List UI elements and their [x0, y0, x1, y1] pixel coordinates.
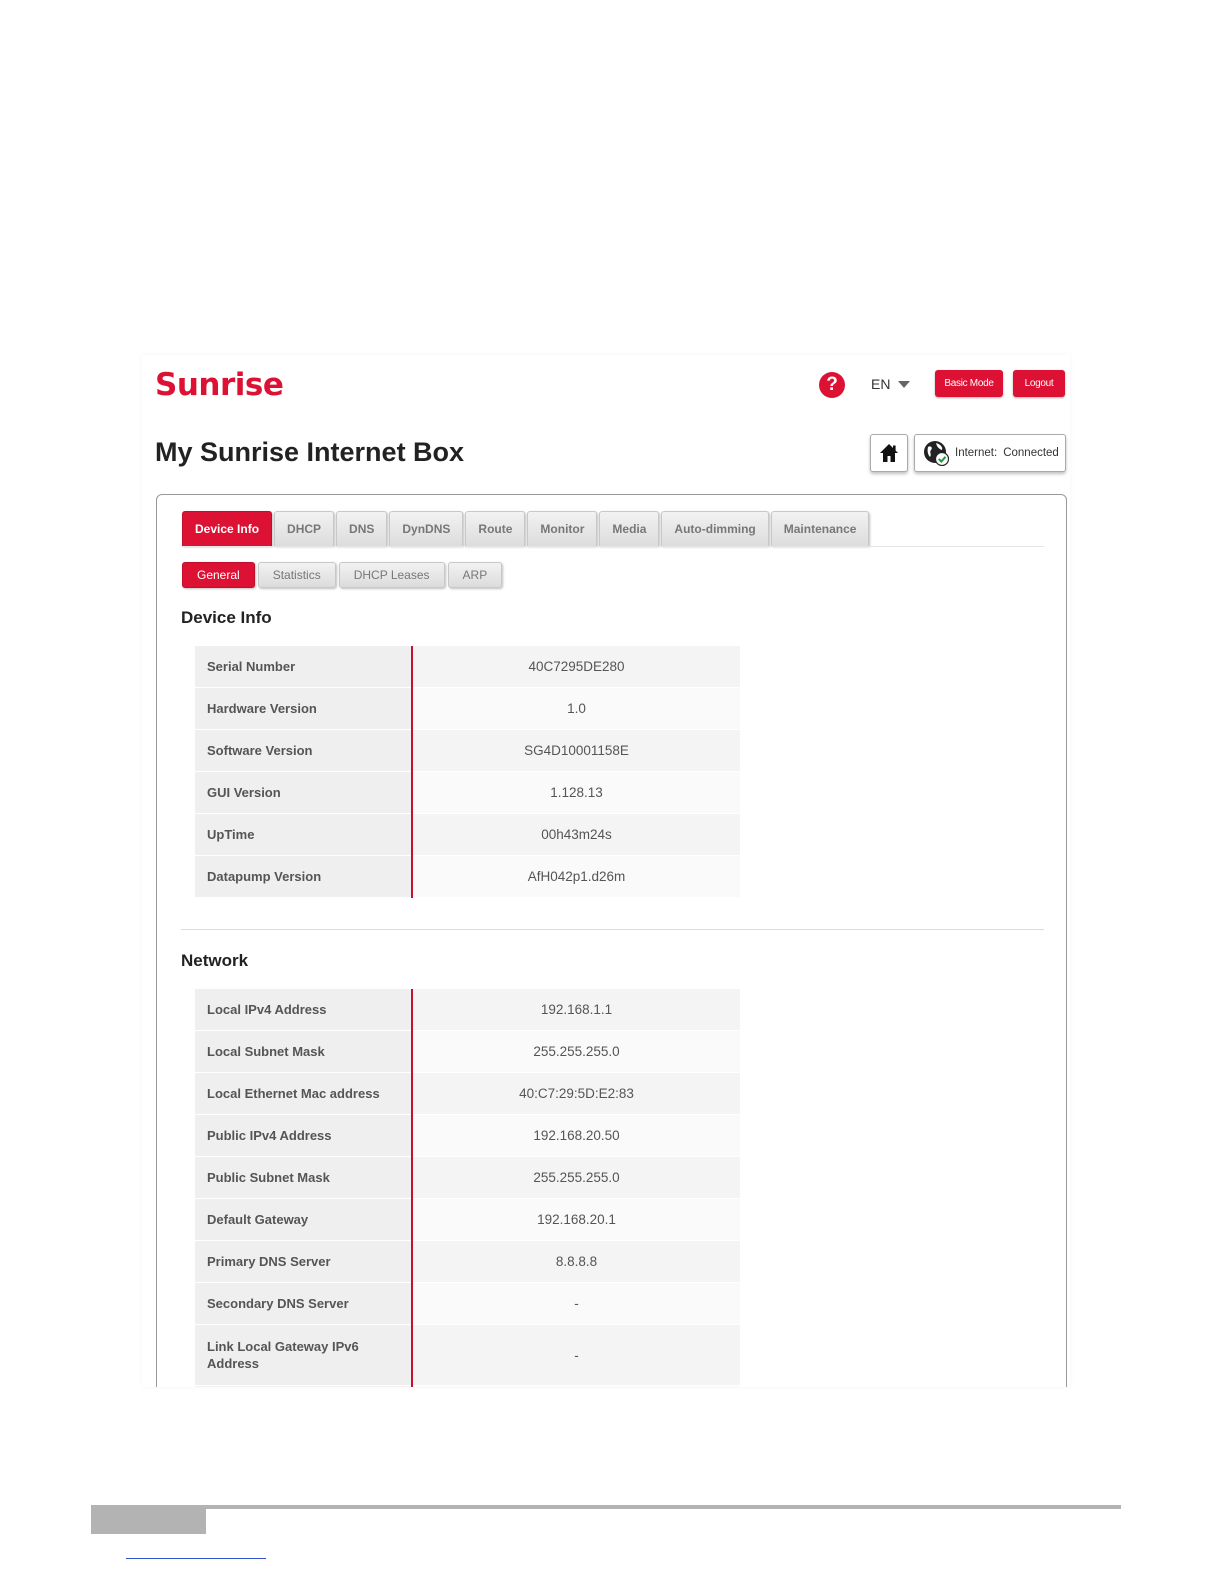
row-label: Secondary DNS Server	[195, 1282, 413, 1325]
row-value: 255.255.255.0	[412, 1156, 740, 1199]
table-row: Local Subnet Mask 255.255.255.0	[195, 1030, 740, 1073]
tab-auto-dimming[interactable]: Auto-dimming	[661, 511, 769, 546]
basic-mode-button[interactable]: Basic Mode	[935, 370, 1003, 397]
main-tabs: Device Info DHCP DNS DynDNS Route Monito…	[182, 511, 870, 546]
row-label: Public Subnet Mask	[195, 1156, 413, 1199]
sub-tabs: General Statistics DHCP Leases ARP	[182, 562, 503, 588]
sunrise-logo: Sunrise	[155, 367, 284, 403]
home-icon	[880, 444, 898, 462]
table-row: Datapump Version AfH042p1.d26m	[195, 855, 740, 898]
device-info-table: Serial Number 40C7295DE280 Hardware Versi…	[195, 646, 740, 898]
row-value: SG4D10001158E	[412, 729, 740, 772]
subtab-dhcp-leases[interactable]: DHCP Leases	[338, 562, 445, 588]
tab-device-info[interactable]: Device Info	[182, 511, 273, 546]
footer-link-underline	[126, 1558, 266, 1559]
row-value: 1.0	[412, 687, 740, 730]
row-value: 8.8.8.8	[412, 1240, 740, 1283]
row-label: Public IPv4 Address	[195, 1114, 413, 1157]
row-value: 40C7295DE280	[412, 646, 740, 688]
table-row: Software Version SG4D10001158E	[195, 729, 740, 772]
tab-dns[interactable]: DNS	[336, 511, 388, 546]
tab-route[interactable]: Route	[465, 511, 526, 546]
row-value: 40:C7:29:5D:E2:83	[412, 1072, 740, 1115]
logout-button[interactable]: Logout	[1013, 370, 1065, 397]
row-value: -	[412, 1282, 740, 1325]
caret-down-icon	[898, 380, 911, 388]
tab-maintenance[interactable]: Maintenance	[770, 511, 870, 546]
internet-status-value: Connected	[1003, 447, 1059, 459]
language-value: EN	[871, 376, 891, 392]
table-row: Hardware Version 1.0	[195, 687, 740, 730]
row-label: Local Ethernet Mac address	[195, 1072, 413, 1115]
page-title: My Sunrise Internet Box	[155, 437, 465, 467]
row-value: 1.128.13	[412, 771, 740, 814]
row-label: Local IPv4 Address	[195, 989, 413, 1031]
row-value: 192.168.20.1	[412, 1198, 740, 1241]
row-label: Primary DNS Server	[195, 1240, 413, 1283]
table-row: Default Gateway 192.168.20.1	[195, 1198, 740, 1241]
table-row: Public IPv4 Address 192.168.20.50	[195, 1114, 740, 1157]
table-row: Local Ethernet Mac address 40:C7:29:5D:E2…	[195, 1072, 740, 1115]
network-title: Network	[181, 951, 249, 970]
row-label: Datapump Version	[195, 855, 413, 898]
language-selector[interactable]: EN	[871, 376, 911, 392]
footer-page-block	[91, 1505, 206, 1534]
table-row: Secondary DNS Server -	[195, 1282, 740, 1325]
row-label: Software Version	[195, 729, 413, 772]
home-button[interactable]	[870, 434, 908, 472]
table-row: Primary DNS Server 8.8.8.8	[195, 1240, 740, 1283]
internet-status-button[interactable]: Internet: Connected	[914, 434, 1066, 472]
help-icon[interactable]: ?	[819, 372, 845, 398]
content-panel: Device Info DHCP DNS DynDNS Route Monito…	[156, 494, 1067, 1387]
tab-monitor[interactable]: Monitor	[527, 511, 598, 546]
row-value: 00h43m24s	[412, 813, 740, 856]
subtab-arp[interactable]: ARP	[447, 562, 503, 588]
section-divider	[181, 929, 1044, 930]
row-value: -	[412, 1324, 740, 1386]
table-row: Local IPv4 Address 192.168.1.1	[195, 989, 740, 1031]
router-admin-screenshot: Sunrise ? EN Basic Mode Logout My Sunris…	[142, 355, 1070, 1387]
globe-check-icon	[924, 441, 949, 466]
tab-dhcp[interactable]: DHCP	[274, 511, 335, 546]
network-table: Local IPv4 Address 192.168.1.1 Local Subn…	[195, 989, 740, 1387]
row-value: AfH042p1.d26m	[412, 855, 740, 898]
subtab-general[interactable]: General	[182, 562, 255, 588]
row-value: 255.255.255.0	[412, 1030, 740, 1073]
tab-underline	[182, 546, 1044, 547]
row-value	[412, 1385, 740, 1387]
tab-dyndns[interactable]: DynDNS	[389, 511, 464, 546]
table-row: Link Local Gateway IPv6 Address -	[195, 1324, 740, 1386]
subtab-statistics[interactable]: Statistics	[257, 562, 336, 588]
row-value: 192.168.20.50	[412, 1114, 740, 1157]
row-label: Serial Number	[195, 646, 413, 688]
table-row: GUI Version 1.128.13	[195, 771, 740, 814]
table-row: UpTime 00h43m24s	[195, 813, 740, 856]
footer-rule	[91, 1505, 1121, 1509]
table-row: Serial Number 40C7295DE280	[195, 646, 740, 688]
row-label: Hardware Version	[195, 687, 413, 730]
row-label: Link Local Gateway IPv6 Address	[195, 1324, 413, 1386]
row-label: UpTime	[195, 813, 413, 856]
row-value: 192.168.1.1	[412, 989, 740, 1031]
internet-label: Internet:	[955, 447, 998, 459]
table-row	[195, 1385, 740, 1387]
table-row: Public Subnet Mask 255.255.255.0	[195, 1156, 740, 1199]
row-label	[195, 1385, 413, 1387]
tab-media[interactable]: Media	[599, 511, 660, 546]
row-label: GUI Version	[195, 771, 413, 814]
row-label: Default Gateway	[195, 1198, 413, 1241]
device-info-title: Device Info	[181, 608, 272, 627]
row-label: Local Subnet Mask	[195, 1030, 413, 1073]
